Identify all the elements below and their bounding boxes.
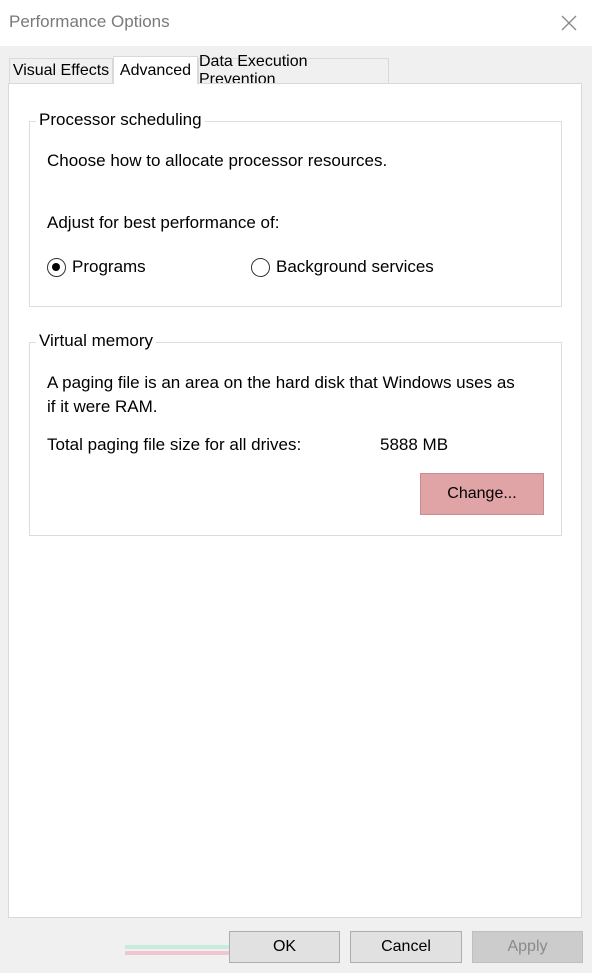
virtual-memory-description-line2: if it were RAM.	[47, 397, 158, 416]
radio-programs[interactable]: Programs	[47, 257, 187, 279]
title-bar[interactable]: Performance Options	[0, 0, 592, 46]
processor-scheduling-legend: Processor scheduling	[36, 110, 205, 130]
radio-selected-icon	[47, 258, 66, 277]
window-title: Performance Options	[9, 12, 170, 31]
adjust-label: Adjust for best performance of:	[47, 213, 280, 232]
processor-description: Choose how to allocate processor resourc…	[47, 151, 388, 170]
tab-label: Advanced	[119, 61, 192, 79]
virtual-memory-legend: Virtual memory	[36, 331, 156, 351]
radio-background-services-label: Background services	[276, 257, 434, 276]
apply-button[interactable]: Apply	[472, 931, 583, 963]
dialog-footer: OK Cancel Apply	[0, 918, 592, 973]
change-button[interactable]: Change...	[420, 473, 544, 515]
radio-programs-label: Programs	[72, 257, 146, 276]
close-icon	[561, 15, 577, 31]
virtual-memory-description-line1: A paging file is an area on the hard dis…	[47, 373, 515, 392]
ok-button[interactable]: OK	[229, 931, 340, 963]
virtual-memory-group: Virtual memory A paging file is an area …	[29, 331, 562, 536]
tab-advanced[interactable]: Advanced	[113, 56, 198, 84]
tab-label: Visual Effects	[12, 62, 110, 79]
performance-options-window: Performance Options Visual Effects Advan…	[0, 0, 592, 973]
total-paging-value: 5888 MB	[380, 435, 449, 454]
tab-visual-effects[interactable]: Visual Effects	[9, 58, 113, 83]
processor-scheduling-group: Processor scheduling Choose how to alloc…	[29, 110, 562, 307]
radio-unselected-icon	[251, 258, 270, 277]
advanced-tab-panel: Processor scheduling Choose how to alloc…	[8, 83, 582, 918]
total-paging-label: Total paging file size for all drives:	[47, 435, 302, 454]
tab-data-execution-prevention[interactable]: Data Execution Prevention	[198, 53, 389, 88]
close-button[interactable]	[546, 0, 592, 46]
radio-background-services[interactable]: Background services	[251, 257, 471, 279]
cancel-button[interactable]: Cancel	[350, 931, 462, 963]
